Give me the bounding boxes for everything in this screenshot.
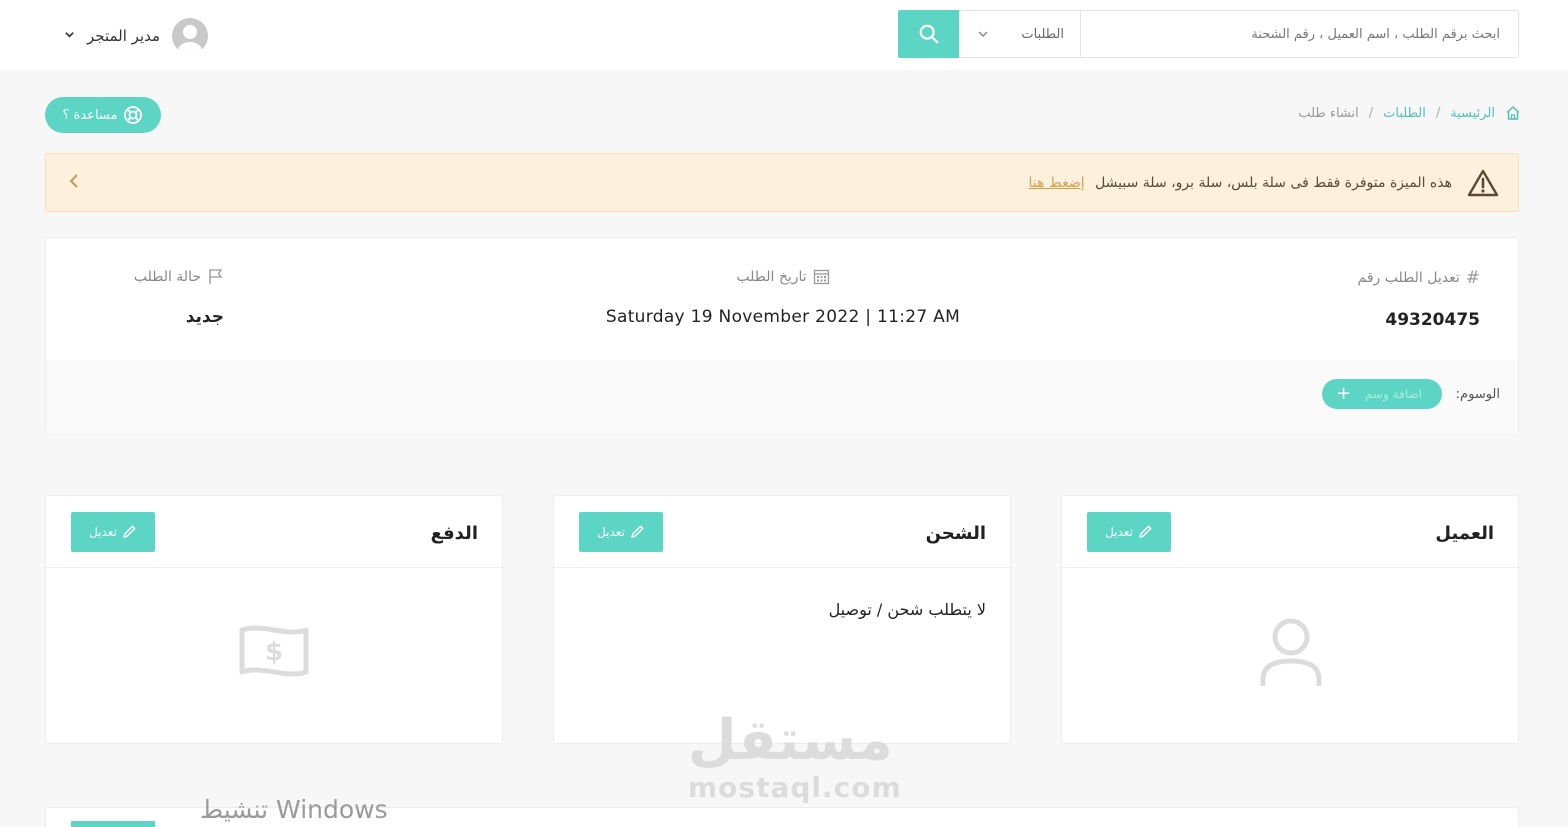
user-name: مدير المتجر bbox=[87, 27, 161, 45]
order-date-field: تاريخ الطلب Saturday 19 November 2022 | … bbox=[601, 268, 965, 328]
watermark-arabic: مستقل bbox=[688, 708, 893, 773]
customer-panel-title: العميل bbox=[1435, 523, 1494, 544]
pencil-icon bbox=[631, 525, 644, 538]
help-label: مساعدة ؟ bbox=[62, 107, 118, 123]
breadcrumb-current: انشاء طلب bbox=[1298, 105, 1359, 121]
plus-icon: + bbox=[1336, 383, 1352, 404]
pencil-icon bbox=[123, 525, 136, 538]
watermark-url: mostaql.com bbox=[688, 771, 902, 804]
breadcrumb: الرئيسية / الطلبات / انشاء طلب bbox=[1298, 103, 1521, 123]
payment-panel: الدفع تعديل $ bbox=[45, 495, 503, 744]
payment-panel-header: الدفع تعديل bbox=[46, 496, 502, 568]
help-button[interactable]: مساعدة ؟ bbox=[45, 97, 161, 133]
order-status-field: حالة الطلب جديد bbox=[84, 268, 224, 328]
warning-icon bbox=[1467, 169, 1499, 196]
user-icon bbox=[1260, 618, 1322, 686]
watermark: مستقل mostaql.com bbox=[688, 708, 902, 804]
user-menu[interactable]: مدير المتجر bbox=[64, 18, 209, 54]
payment-edit-button[interactable]: تعديل bbox=[71, 512, 155, 552]
add-tag-button[interactable]: اضافة وسم + bbox=[1322, 379, 1442, 409]
customer-panel-header: العميل تعديل bbox=[1062, 496, 1518, 568]
svg-text:$: $ bbox=[265, 637, 283, 667]
chevron-left-icon[interactable] bbox=[68, 172, 80, 195]
order-number-field: # تعديل الطلب رقم 49320475 bbox=[1358, 268, 1480, 330]
payment-panel-body: $ bbox=[46, 568, 502, 743]
order-summary: # تعديل الطلب رقم 49320475 تاريخ الطلب S… bbox=[46, 238, 1518, 360]
lifebuoy-icon bbox=[124, 106, 143, 124]
chevron-down-icon bbox=[978, 31, 988, 37]
top-bar: الطلبات مدير المتجر bbox=[0, 0, 1568, 70]
customer-panel: العميل تعديل bbox=[1061, 495, 1519, 744]
calendar-icon bbox=[813, 269, 829, 285]
order-date: Saturday 19 November 2022 | 11:27 AM bbox=[605, 307, 961, 327]
alert-link[interactable]: إضغط هنا bbox=[1028, 175, 1084, 191]
feature-alert: هذه الميزة متوفرة فقط فى سلة بلس، سلة بر… bbox=[45, 153, 1519, 212]
order-status: جديد bbox=[185, 307, 224, 327]
search-bar: الطلبات bbox=[898, 10, 1519, 58]
search-category-label: الطلبات bbox=[1021, 26, 1064, 42]
payment-panel-title: الدفع bbox=[430, 523, 478, 544]
avatar bbox=[172, 18, 209, 54]
hash-icon: # bbox=[1465, 268, 1480, 288]
shipping-panel-header: الشحن تعديل bbox=[554, 496, 1010, 568]
breadcrumb-separator: / bbox=[1435, 105, 1441, 121]
money-icon: $ bbox=[239, 625, 309, 677]
breadcrumb-home[interactable]: الرئيسية bbox=[1450, 106, 1495, 121]
customer-panel-body bbox=[1062, 568, 1518, 743]
next-section-button[interactable] bbox=[71, 821, 155, 827]
search-input[interactable] bbox=[1081, 11, 1518, 57]
breadcrumb-separator: / bbox=[1368, 105, 1374, 121]
search-icon bbox=[919, 24, 938, 44]
shipping-status-text: لا يتطلب شحن / توصيل bbox=[828, 600, 986, 619]
pencil-icon bbox=[1139, 525, 1152, 538]
search-category-select[interactable]: الطلبات bbox=[959, 11, 1081, 57]
alert-message: هذه الميزة متوفرة فقط فى سلة بلس، سلة بر… bbox=[1028, 175, 1452, 191]
alert-text: هذه الميزة متوفرة فقط فى سلة بلس، سلة بر… bbox=[1095, 174, 1452, 191]
order-info-card: # تعديل الطلب رقم 49320475 تاريخ الطلب S… bbox=[45, 237, 1519, 433]
shipping-panel: الشحن تعديل لا يتطلب شحن / توصيل bbox=[553, 495, 1011, 744]
add-tag-label: اضافة وسم bbox=[1365, 387, 1422, 401]
shipping-panel-title: الشحن bbox=[925, 523, 986, 544]
shipping-edit-button[interactable]: تعديل bbox=[579, 512, 663, 552]
windows-activation-notice: تنشيط Windows bbox=[200, 795, 388, 824]
order-number: 49320475 bbox=[1385, 310, 1480, 330]
order-number-label: # تعديل الطلب رقم bbox=[1357, 268, 1480, 288]
home-icon[interactable] bbox=[1505, 105, 1521, 121]
flag-icon bbox=[209, 269, 223, 284]
breadcrumb-orders[interactable]: الطلبات bbox=[1383, 106, 1426, 121]
tags-label: الوسوم: bbox=[1455, 387, 1500, 402]
order-status-label: حالة الطلب bbox=[84, 268, 224, 285]
chevron-down-icon bbox=[64, 29, 75, 43]
customer-edit-button[interactable]: تعديل bbox=[1087, 512, 1171, 552]
order-date-label: تاريخ الطلب bbox=[601, 268, 965, 285]
order-tags-row: الوسوم: اضافة وسم + bbox=[46, 360, 1518, 433]
search-button[interactable] bbox=[898, 10, 959, 58]
